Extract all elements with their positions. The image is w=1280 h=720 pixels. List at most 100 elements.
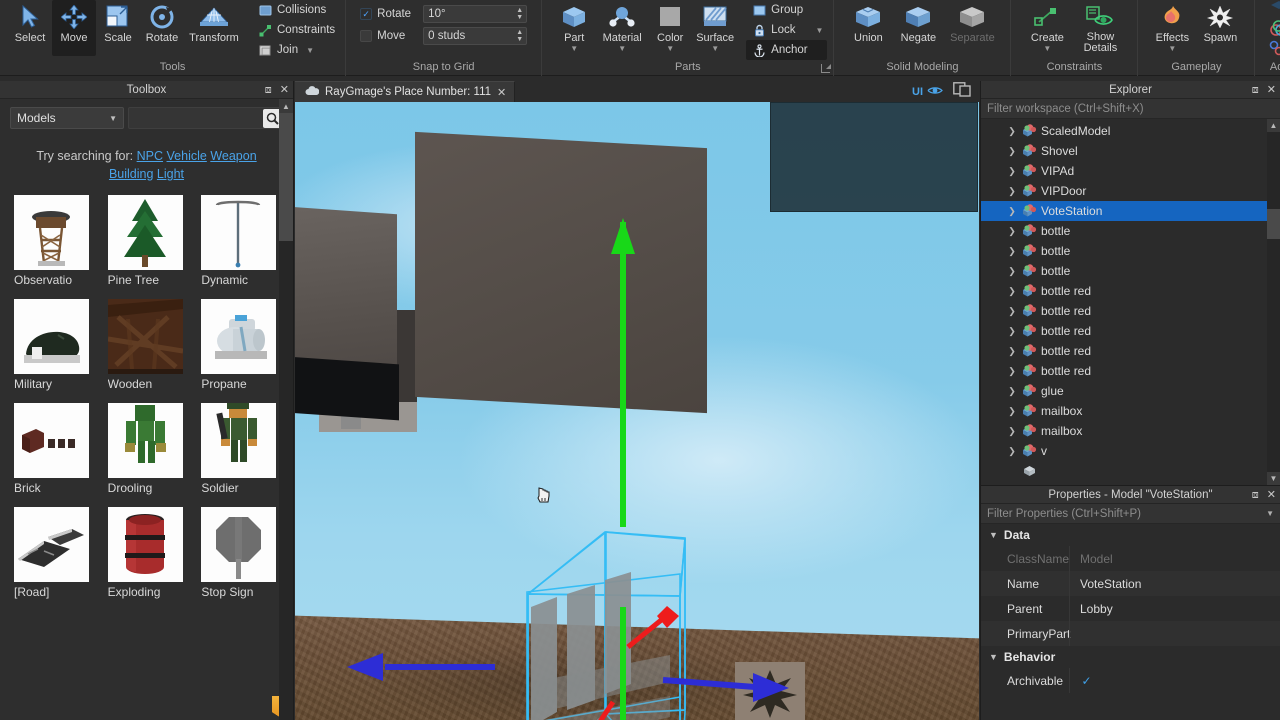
part-button[interactable]: Part ▼ — [552, 0, 596, 56]
chevron-down-icon[interactable]: ▼ — [989, 530, 998, 540]
toolbox-item[interactable]: ● Wooden — [107, 299, 291, 718]
chevron-right-icon[interactable]: ❯ — [1005, 286, 1019, 297]
toolbox-hint-link-vehicle[interactable]: Vehicle — [167, 149, 207, 163]
chevron-down-icon[interactable]: ▼ — [1043, 45, 1051, 53]
toolbox-item[interactable]: ● Brick — [14, 403, 291, 718]
toolbox-item[interactable]: ● Exploding — [107, 507, 291, 718]
union-button[interactable]: Union — [844, 0, 892, 56]
property-value-cell[interactable]: ✓ — [1069, 668, 1280, 693]
chevron-right-icon[interactable]: ❯ — [1005, 166, 1019, 177]
group-button[interactable]: Group — [746, 0, 827, 20]
advanced-icon-5[interactable] — [1267, 40, 1280, 58]
surface-button[interactable]: Surface ▼ — [692, 0, 738, 56]
explorer-item[interactable]: ❯ VIPDoor — [981, 181, 1280, 201]
material-button[interactable]: Material ▼ — [596, 0, 648, 56]
chevron-right-icon[interactable]: ❯ — [1005, 446, 1019, 457]
explorer-filter-input[interactable]: Filter workspace (Ctrl+Shift+X) — [981, 99, 1280, 119]
spawn-button[interactable]: Spawn — [1196, 0, 1244, 56]
chevron-right-icon[interactable]: ❯ — [1005, 426, 1019, 437]
toolbox-hint-link-npc[interactable]: NPC — [137, 149, 163, 163]
toolbox-scroll-thumb[interactable] — [279, 113, 293, 241]
chevron-right-icon[interactable]: ❯ — [1005, 266, 1019, 277]
chevron-down-icon[interactable]: ▼ — [1168, 45, 1176, 53]
chevron-down-icon[interactable]: ▼ — [570, 45, 578, 53]
snap-move-input[interactable]: 0 studs ▲ ▼ — [423, 27, 528, 45]
property-row-primarypart[interactable]: PrimaryPart — [981, 621, 1280, 646]
close-icon[interactable]: ✕ — [497, 86, 506, 99]
archivable-checkbox[interactable]: ✓ — [1080, 674, 1093, 688]
chevron-down-icon[interactable]: ▼ — [989, 652, 998, 662]
place-tab[interactable]: RayGmage's Place Number: 111 ✕ — [295, 81, 516, 102]
separate-button[interactable]: Separate — [944, 0, 1000, 56]
explorer-item[interactable]: ❯ glue — [981, 381, 1280, 401]
explorer-item[interactable] — [981, 461, 1280, 481]
toolbox-item[interactable]: ● Military — [14, 299, 291, 718]
3d-viewport[interactable] — [295, 102, 979, 720]
chevron-right-icon[interactable]: ❯ — [1005, 226, 1019, 237]
property-row-name[interactable]: Name VoteStation — [981, 571, 1280, 596]
toolbox-scrollbar[interactable]: ▲ — [279, 99, 293, 720]
property-value-cell[interactable] — [1069, 621, 1280, 646]
toolbox-hint-link-weapon[interactable]: Weapon — [210, 149, 256, 163]
chevron-right-icon[interactable]: ❯ — [1005, 206, 1019, 217]
chevron-right-icon[interactable]: ❯ — [1005, 186, 1019, 197]
chevron-right-icon[interactable]: ❯ — [1005, 386, 1019, 397]
tool-move-button[interactable]: Move — [52, 0, 96, 56]
chevron-right-icon[interactable]: ❯ — [1005, 126, 1019, 137]
explorer-scrollbar[interactable]: ▲ ▼ — [1267, 119, 1280, 485]
chevron-right-icon[interactable]: ❯ — [1005, 246, 1019, 257]
snap-rotate-checkbox[interactable]: ✓ — [360, 8, 373, 20]
tool-scale-button[interactable]: Scale — [96, 0, 140, 56]
constraints-toggle[interactable]: Constraints — [252, 20, 339, 40]
property-value-cell[interactable]: Lobby — [1069, 596, 1280, 621]
explorer-item[interactable]: ❯ bottle red — [981, 321, 1280, 341]
parts-dialog-launcher[interactable] — [821, 64, 832, 73]
chevron-down-icon[interactable]: ▼ — [306, 46, 314, 55]
chevron-right-icon[interactable]: ❯ — [1005, 366, 1019, 377]
chevron-right-icon[interactable]: ❯ — [1005, 306, 1019, 317]
properties-filter-input[interactable]: Filter Properties (Ctrl+Shift+P) ▼ — [981, 504, 1280, 524]
explorer-item[interactable]: ❯ ScaledModel — [981, 121, 1280, 141]
toolbox-item[interactable]: ● Dynamic — [201, 195, 291, 718]
advanced-icon-1[interactable] — [1267, 0, 1280, 18]
chevron-right-icon[interactable]: ❯ — [1005, 406, 1019, 417]
tool-select-button[interactable]: Select — [8, 0, 52, 56]
explorer-item[interactable]: ❯ bottle red — [981, 341, 1280, 361]
snap-move-checkbox[interactable]: ✓ — [360, 30, 373, 42]
lock-button[interactable]: Lock ▼ — [746, 20, 827, 40]
color-button[interactable]: Color ▼ — [648, 0, 692, 56]
property-value-cell[interactable]: VoteStation — [1069, 571, 1280, 596]
explorer-item[interactable]: ❯ bottle — [981, 241, 1280, 261]
toolbox-item[interactable]: ● Stop Sign — [201, 507, 291, 718]
explorer-item[interactable]: ❯ mailbox — [981, 401, 1280, 421]
create-constraint-button[interactable]: Create ▼ — [1021, 0, 1073, 56]
chevron-down-icon[interactable]: ▼ — [1266, 509, 1274, 518]
scroll-up-icon[interactable]: ▲ — [1267, 119, 1280, 132]
collisions-toggle[interactable]: Collisions — [252, 0, 339, 20]
advanced-icon-3[interactable] — [1267, 20, 1280, 38]
toolbox-item[interactable]: ● Pine Tree — [107, 195, 291, 718]
explorer-item[interactable]: ❯ Shovel — [981, 141, 1280, 161]
explorer-item[interactable]: ❯ VIPAd — [981, 161, 1280, 181]
restore-window-icon[interactable]: ⧈ — [1252, 489, 1259, 501]
explorer-item[interactable]: ❯ bottle red — [981, 281, 1280, 301]
property-row-archivable[interactable]: Archivable ✓ — [981, 668, 1280, 693]
spinner-arrows-icon[interactable]: ▲ ▼ — [516, 29, 523, 43]
explorer-item[interactable]: ❯ bottle — [981, 261, 1280, 281]
chevron-right-icon[interactable]: ❯ — [1005, 346, 1019, 357]
tool-rotate-button[interactable]: Rotate — [140, 0, 184, 56]
toolbox-category-select[interactable]: Models ▼ — [10, 107, 124, 129]
anchor-button[interactable]: Anchor — [746, 40, 828, 60]
toolbox-item[interactable]: ● Propane — [201, 299, 291, 718]
tool-transform-button[interactable]: Transform — [184, 0, 244, 56]
restore-window-icon[interactable]: ⧈ — [1252, 84, 1259, 96]
snap-rotate-input[interactable]: 10° ▲ ▼ — [423, 5, 528, 23]
negate-button[interactable]: Negate — [892, 0, 944, 56]
explorer-item[interactable]: ❯ bottle red — [981, 361, 1280, 381]
explorer-item[interactable]: ❯ bottle — [981, 221, 1280, 241]
scroll-up-icon[interactable]: ▲ — [279, 99, 293, 113]
effects-button[interactable]: Effects ▼ — [1148, 0, 1196, 56]
chevron-down-icon[interactable]: ▼ — [711, 45, 719, 53]
ui-visibility-toggle[interactable]: UI — [912, 85, 943, 99]
toolbox-item[interactable]: ● Soldier — [201, 403, 291, 718]
